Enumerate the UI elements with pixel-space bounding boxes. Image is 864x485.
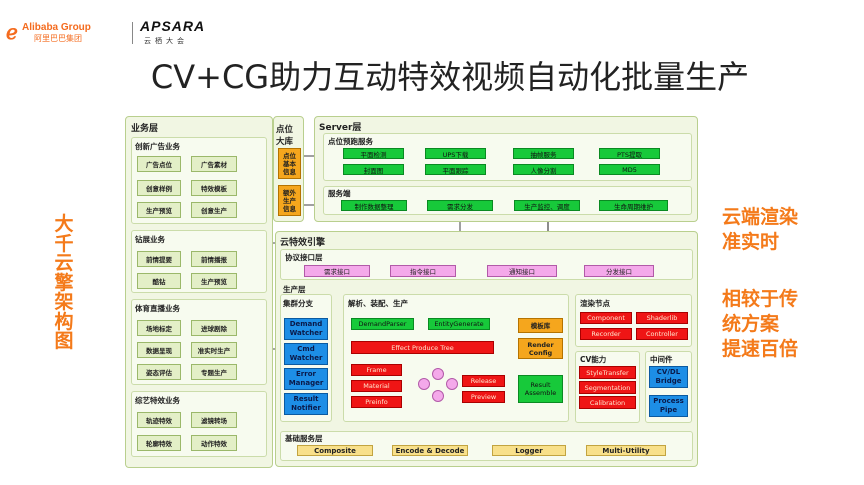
error-manager: Error Manager (284, 368, 328, 390)
business-layer-title: 业务层 (131, 124, 159, 134)
tree-node (432, 368, 444, 380)
business-item: 专题生产 (191, 364, 237, 380)
business-item: 创意样例 (137, 180, 181, 196)
protocol-item: 指令接口 (390, 265, 456, 277)
business-group-title: 综艺特效业务 (135, 396, 180, 405)
node-preinfo: Preinfo (351, 396, 402, 408)
cv-dl-bridge: CV/DL Bridge (649, 366, 688, 388)
process-pipe: Process Pipe (649, 395, 688, 417)
preprocess-title: 点位预跑服务 (328, 137, 373, 146)
base-encode-decode: Encode & Decode (392, 445, 468, 456)
point-basic-info-line: 信息 (283, 167, 296, 176)
entity-generate: EntityGenerate (428, 318, 490, 330)
node-material: Material (351, 380, 402, 392)
business-item: 特效模板 (191, 180, 237, 196)
protocol-item: 分发接口 (584, 265, 654, 277)
template-library: 模板库 (518, 318, 563, 333)
protocol-layer-title: 协议接口层 (285, 253, 323, 262)
cv-calibration: Calibration (579, 396, 636, 409)
base-services-title: 基础服务层 (285, 434, 323, 443)
cmd-watcher: Cmd Watcher (284, 343, 328, 365)
preprocess-item: 平面跟踪 (425, 164, 486, 175)
business-item: 滤镜转场 (191, 412, 237, 428)
effect-produce-tree: Effect Produce Tree (351, 341, 494, 354)
parse-assemble-title: 解析、装配、生产 (348, 299, 408, 308)
render-node-title: 渲染节点 (580, 299, 610, 308)
point-basic-info: 点位 基本 信息 (278, 148, 301, 179)
server-layer-title: Server层 (319, 123, 362, 133)
business-group-title: 创新广告业务 (135, 142, 180, 151)
result-notifier: Result Notifier (284, 393, 328, 415)
preprocess-item: UPS下载 (425, 148, 486, 159)
service-item: 生产监控、调度 (514, 200, 580, 211)
business-item: 广告素材 (191, 156, 237, 172)
business-item: 准实时生产 (191, 342, 237, 358)
demand-parser: DemandParser (351, 318, 414, 330)
cv-ability-title: CV能力 (580, 355, 607, 364)
cluster-title: 集群分支 (283, 299, 313, 308)
base-multi-utility: Multi-Utility (586, 445, 666, 456)
engine-title: 云特效引擎 (280, 238, 326, 248)
render-item-controller: Controller (636, 328, 688, 340)
render-item-component: Component (580, 312, 632, 324)
extra-production-info: 额外 生产 信息 (278, 185, 301, 216)
service-item: 生命周期维护 (599, 200, 668, 211)
node-release: Release (462, 375, 505, 387)
business-item: 数据呈现 (137, 342, 181, 358)
business-item: 生产预览 (137, 202, 181, 218)
business-item: 前情播报 (191, 251, 237, 267)
middleware-title: 中间件 (650, 355, 673, 364)
demand-watcher: Demand Watcher (284, 318, 328, 340)
business-group-title: 体育直播业务 (135, 304, 180, 313)
extra-production-info-line: 额外 (283, 188, 296, 197)
business-item: 动作特效 (191, 435, 237, 451)
point-db-title-line-1: 点位 (276, 125, 294, 135)
node-preview: Preview (462, 391, 505, 403)
business-item: 轨迹特效 (137, 412, 181, 428)
result-assemble: Result Assemble (518, 375, 563, 403)
preprocess-item: 人像分割 (513, 164, 574, 175)
point-basic-info-line: 点位 (283, 151, 296, 160)
service-item: 制作数据整理 (341, 200, 407, 211)
protocol-item: 通知接口 (487, 265, 557, 277)
business-group-title: 钻展业务 (135, 235, 165, 244)
node-frame: Frame (351, 364, 402, 376)
preprocess-item: 抽帧服务 (513, 148, 574, 159)
base-logger: Logger (492, 445, 566, 456)
preprocess-item: PTS提取 (599, 148, 660, 159)
business-item: 生产预览 (191, 273, 237, 289)
service-item: 需求分发 (427, 200, 493, 211)
point-db-title-line-2: 大库 (276, 137, 294, 147)
business-item: 广告点位 (137, 156, 181, 172)
tree-node (446, 378, 458, 390)
extra-production-info-line: 信息 (283, 204, 296, 213)
point-basic-info-line: 基本 (283, 159, 296, 168)
tree-node (418, 378, 430, 390)
service-end-title: 服务端 (328, 189, 351, 198)
business-item: 酷钻 (137, 273, 181, 289)
preprocess-item: 平面检测 (343, 148, 404, 159)
render-item-recorder: Recorder (580, 328, 632, 340)
preprocess-item: 封面图 (343, 164, 404, 175)
business-item: 场地标定 (137, 320, 181, 336)
cv-style-transfer: StyleTransfer (579, 366, 636, 379)
render-item-shaderlib: Shaderlib (636, 312, 688, 324)
tree-node (432, 390, 444, 402)
protocol-item: 需求接口 (304, 265, 370, 277)
extra-production-info-line: 生产 (283, 196, 296, 205)
business-item: 创意生产 (191, 202, 237, 218)
preprocess-item: MD5 (599, 164, 660, 175)
business-item: 轮廓特效 (137, 435, 181, 451)
base-composite: Composite (297, 445, 373, 456)
business-item: 姿态评估 (137, 364, 181, 380)
business-item: 前情提要 (137, 251, 181, 267)
cv-segmentation: Segmentation (579, 381, 636, 394)
business-item: 进球剧除 (191, 320, 237, 336)
render-config: Render Config (518, 338, 563, 359)
